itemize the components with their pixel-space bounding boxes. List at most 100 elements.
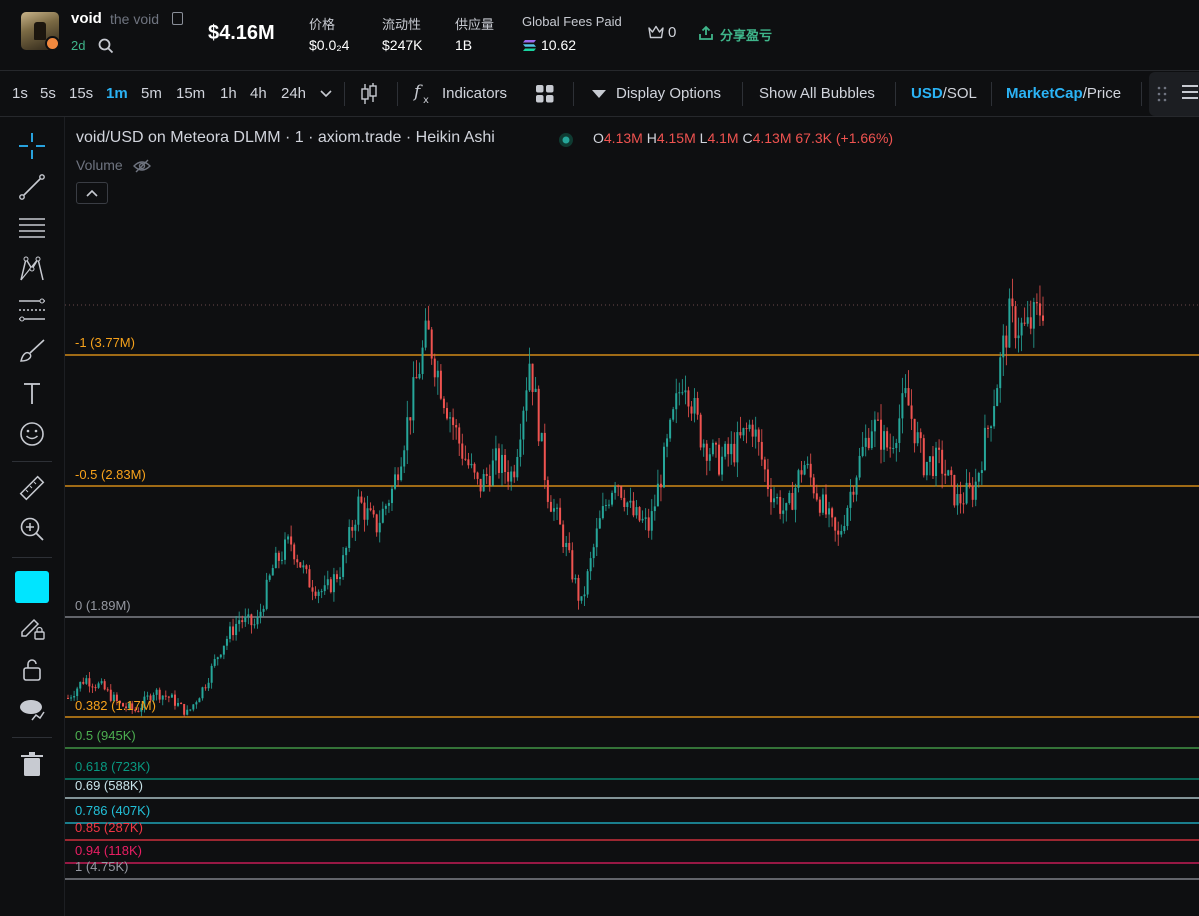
fib-retracement-icon[interactable]	[18, 296, 46, 324]
fib-level-label: 0.85 (287K)	[75, 820, 143, 835]
candle	[727, 437, 730, 467]
caret-down-icon[interactable]	[592, 90, 606, 98]
candle	[265, 572, 268, 611]
token-age: 2d	[71, 38, 86, 53]
crosshair-icon[interactable]	[18, 132, 46, 160]
collapse-button[interactable]	[76, 182, 108, 204]
candle	[754, 416, 757, 449]
tf-5m[interactable]: 5m	[141, 85, 162, 102]
candle	[950, 466, 953, 487]
candle	[173, 690, 176, 710]
candle	[870, 420, 873, 450]
trend-line-icon[interactable]	[18, 173, 46, 201]
share-pnl-button[interactable]: 分享盈亏	[720, 25, 772, 44]
holders-icon[interactable]	[648, 25, 664, 39]
display-options-button[interactable]: Display Options	[616, 85, 721, 102]
candle	[708, 447, 711, 471]
layout-icon[interactable]	[535, 84, 555, 104]
chart-canvas[interactable]	[65, 117, 1199, 916]
candle	[262, 605, 265, 617]
candle	[449, 412, 452, 433]
candle	[611, 490, 614, 507]
candle	[513, 464, 516, 483]
hide-drawings-icon[interactable]	[18, 695, 46, 723]
tf-5s[interactable]: 5s	[40, 85, 56, 102]
tf-4h[interactable]: 4h	[250, 85, 267, 102]
zoom-in-icon[interactable]	[18, 515, 46, 543]
candle	[935, 441, 938, 487]
ohlc-open: 4.13M	[603, 130, 643, 146]
fx-icon[interactable]: f x	[413, 82, 435, 106]
metric-toggle[interactable]: MarketCap/Price	[1006, 85, 1121, 102]
menu-icon[interactable]	[1182, 84, 1198, 104]
tf-1h[interactable]: 1h	[220, 85, 237, 102]
tf-1s[interactable]: 1s	[12, 85, 28, 102]
candle	[177, 698, 180, 708]
marketcap-option[interactable]: MarketCap	[1006, 85, 1083, 102]
chevron-down-icon[interactable]	[320, 90, 332, 98]
candle	[97, 681, 100, 689]
sol-option[interactable]: /SOL	[943, 85, 977, 102]
indicators-button[interactable]: Indicators	[442, 85, 507, 102]
candle	[180, 702, 183, 705]
lock-icon[interactable]	[18, 655, 46, 683]
candle	[510, 466, 513, 491]
candle	[956, 483, 959, 515]
candle	[284, 532, 287, 565]
chart-legend: void/USD on Meteora DLMM · 1 · axiom.tra…	[76, 129, 495, 146]
eye-off-icon[interactable]	[132, 159, 151, 173]
candle	[1011, 278, 1014, 323]
text-icon[interactable]	[18, 379, 46, 407]
currency-toggle[interactable]: USD/SOL	[911, 85, 977, 102]
candle	[736, 421, 739, 478]
candle	[751, 419, 754, 448]
tf-15s[interactable]: 15s	[69, 85, 93, 102]
candle	[931, 445, 934, 480]
candle	[485, 467, 488, 485]
price-option[interactable]: /Price	[1083, 85, 1121, 102]
candle	[604, 499, 607, 512]
share-icon[interactable]	[698, 25, 714, 41]
price-chart[interactable]: void/USD on Meteora DLMM · 1 · axiom.tra…	[65, 117, 1199, 916]
tf-24h[interactable]: 24h	[281, 85, 306, 102]
candle	[329, 576, 332, 594]
pencil-lock-icon[interactable]	[18, 614, 46, 642]
token-symbol: void	[71, 10, 102, 27]
candle	[253, 618, 256, 629]
candle	[91, 683, 94, 694]
candle	[302, 560, 305, 574]
drag-handle-icon[interactable]	[1157, 86, 1167, 102]
candle	[268, 573, 271, 582]
candle	[684, 375, 687, 405]
candle	[308, 564, 311, 588]
emoji-icon[interactable]	[18, 420, 46, 448]
candle	[721, 446, 724, 481]
usd-option[interactable]: USD	[911, 85, 943, 102]
candle	[323, 575, 326, 595]
candle	[311, 579, 314, 601]
candle	[390, 485, 393, 512]
candle	[546, 476, 549, 509]
horizontal-lines-icon[interactable]	[18, 214, 46, 242]
candle	[962, 492, 965, 514]
tf-15m[interactable]: 15m	[176, 85, 205, 102]
brush-icon[interactable]	[18, 337, 46, 365]
pattern-icon[interactable]	[18, 255, 46, 283]
search-icon[interactable]	[98, 38, 114, 54]
candle-type-icon[interactable]	[360, 82, 378, 106]
candle	[552, 498, 555, 521]
tf-1m[interactable]: 1m	[106, 85, 128, 102]
candle	[922, 434, 925, 478]
ruler-icon[interactable]	[18, 474, 46, 502]
chart-toolbar: 1s 5s 15s 1m 5m 15m 1h 4h 24h f x Indica…	[0, 72, 1199, 117]
candle	[824, 484, 827, 519]
candle	[421, 340, 424, 380]
candle	[873, 411, 876, 448]
trash-icon[interactable]	[18, 750, 46, 778]
copy-icon[interactable]	[172, 12, 183, 25]
drawing-color-swatch[interactable]	[15, 571, 49, 603]
token-avatar[interactable]	[21, 12, 59, 50]
candle	[889, 433, 892, 458]
candle	[348, 519, 351, 552]
show-bubbles-button[interactable]: Show All Bubbles	[759, 85, 875, 102]
